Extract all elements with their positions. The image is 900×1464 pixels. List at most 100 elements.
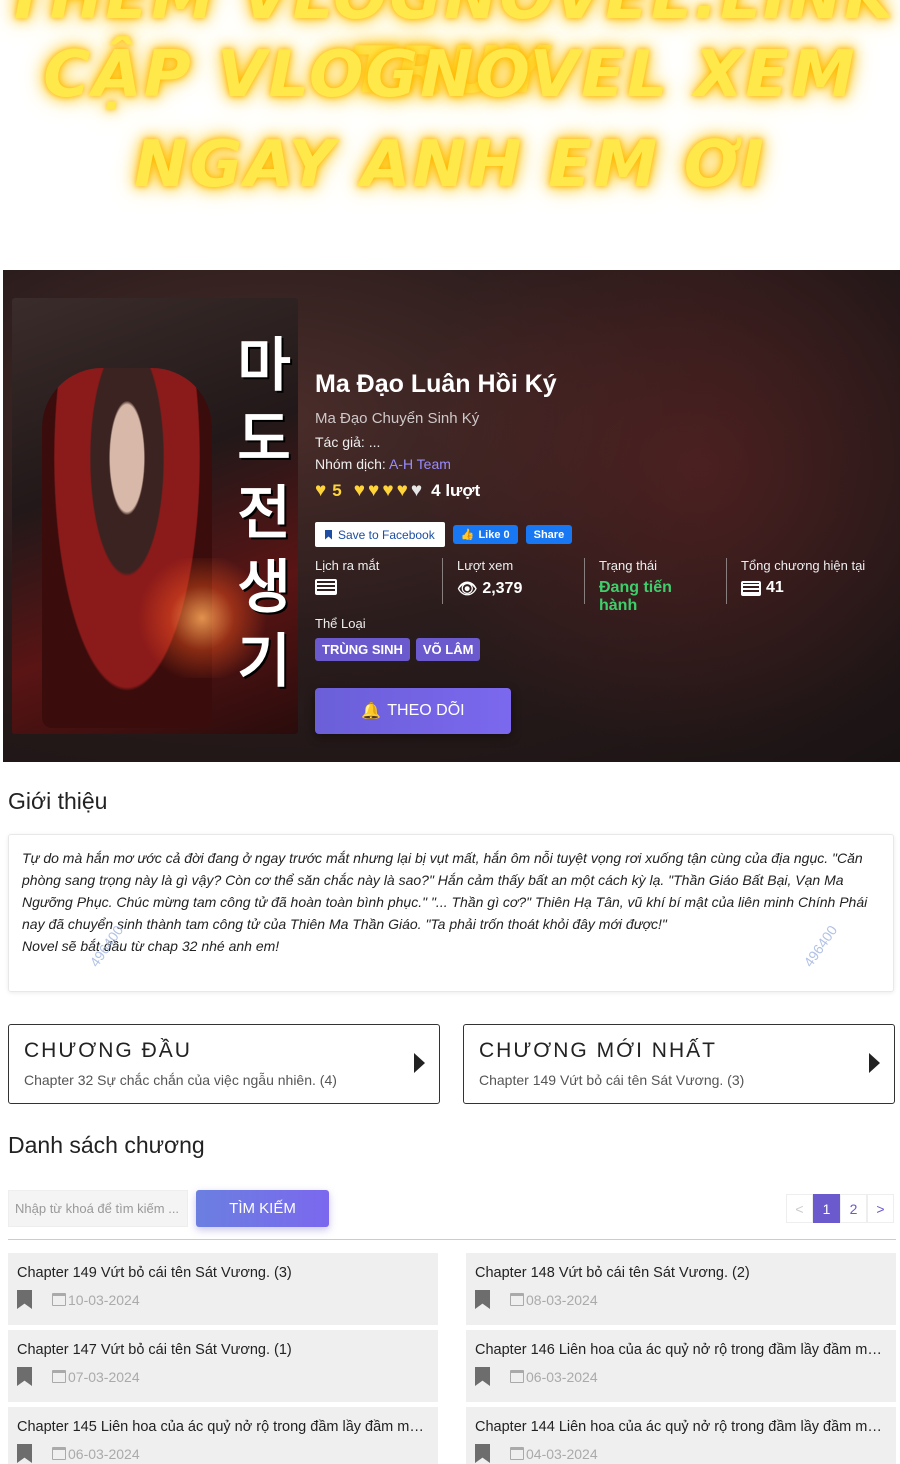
- genre-label: Thể Loại: [315, 616, 366, 631]
- stat-chapters-value: 41: [741, 579, 869, 597]
- genre-tag[interactable]: VÕ LÂM: [415, 638, 481, 661]
- bookmark-icon: [325, 529, 332, 540]
- chapter-meta: 06-03-2024: [475, 1367, 887, 1386]
- heart-icon: ♥: [315, 480, 327, 501]
- chapter-date: 06-03-2024: [68, 1445, 140, 1462]
- social-buttons: Save to Facebook 👍 Like 0 Share: [315, 522, 573, 547]
- group-link[interactable]: A-H Team: [389, 456, 451, 472]
- chapter-date: 10-03-2024: [68, 1291, 140, 1308]
- promo-line-2: CẬP VLOGNOVEL XEM: [43, 38, 857, 112]
- caret-right-icon: [869, 1053, 880, 1073]
- stat-views: Lượt xem 👁 2,379: [457, 558, 585, 604]
- calendar-icon: [510, 1447, 524, 1460]
- chapter-date: 06-03-2024: [526, 1368, 598, 1385]
- chapter-name: Chapter 145 Liên hoa của ác quỷ nở rộ tr…: [17, 1419, 429, 1435]
- intro-box: Tự do mà hắn mơ ước cả đời đang ở ngay t…: [8, 834, 894, 992]
- chapter-meta: 06-03-2024: [17, 1444, 429, 1463]
- save-to-facebook-label: Save to Facebook: [338, 527, 435, 542]
- chapter-meta: 08-03-2024: [475, 1290, 887, 1309]
- calendar-icon: [510, 1293, 524, 1306]
- chapter-name: Chapter 149 Vứt bỏ cái tên Sát Vương. (3…: [17, 1265, 292, 1281]
- promo-banner: THÊM VLOGNOVEL.LINK TRUY CẬP VLOGNOVEL X…: [0, 0, 900, 260]
- calendar-icon: [52, 1447, 66, 1460]
- rating-score: 5: [332, 481, 342, 500]
- chapter-list-item[interactable]: Chapter 146 Liên hoa của ác quỷ nở rộ tr…: [466, 1330, 896, 1402]
- pagination-next[interactable]: >: [867, 1194, 894, 1223]
- rate-heart-5-icon[interactable]: ♥: [411, 480, 422, 502]
- chapter-date: 04-03-2024: [526, 1445, 598, 1462]
- stat-chapters-label: Tổng chương hiện tại: [741, 558, 866, 573]
- rate-heart-4-icon[interactable]: ♥: [397, 480, 408, 502]
- bookmark-icon[interactable]: [475, 1290, 490, 1309]
- latest-chapter-heading: CHƯƠNG MỚI NHẤT: [479, 1039, 717, 1062]
- chapters-count: 41: [766, 579, 784, 596]
- views-count: 2,379: [482, 580, 523, 597]
- intro-text: Tự do mà hắn mơ ước cả đời đang ở ngay t…: [22, 850, 868, 932]
- intro-heading: Giới thiệu: [8, 788, 108, 814]
- manga-title: Ma Đạo Luân Hồi Ký: [315, 370, 557, 398]
- chapter-list-item[interactable]: Chapter 144 Liên hoa của ác quỷ nở rộ tr…: [466, 1407, 896, 1464]
- stat-chapters: Tổng chương hiện tại 41: [741, 558, 881, 604]
- rating-votes: 4 lượt: [431, 481, 481, 500]
- cover-korean-title: 마도전생기: [237, 331, 291, 695]
- facebook-share-button[interactable]: Share: [525, 525, 573, 544]
- thumbs-up-icon: 👍: [460, 529, 475, 541]
- divider: [8, 1239, 896, 1240]
- search-button[interactable]: TÌM KIẾM: [196, 1190, 329, 1227]
- bookmark-icon[interactable]: [475, 1444, 490, 1463]
- bell-icon: 🔔: [361, 703, 382, 720]
- save-to-facebook-button[interactable]: Save to Facebook: [315, 522, 445, 547]
- stat-release-value: [315, 579, 430, 595]
- stat-status: Trạng thái Đang tiến hành: [599, 558, 727, 614]
- genre-tag[interactable]: TRÙNG SINH: [315, 638, 410, 661]
- latest-chapter-name: Chapter 149 Vứt bỏ cái tên Sát Vương. (3…: [479, 1072, 745, 1088]
- pagination-page-2[interactable]: 2: [840, 1194, 867, 1223]
- stats-row: Lịch ra mắt Lượt xem 👁 2,379 Trạng thái …: [315, 558, 895, 614]
- stat-release-label: Lịch ra mắt: [315, 558, 380, 573]
- chapter-date: 07-03-2024: [68, 1368, 140, 1385]
- bookmark-icon[interactable]: [17, 1290, 32, 1309]
- follow-button[interactable]: 🔔 THEO DÕI: [315, 688, 511, 734]
- chapter-name: Chapter 144 Liên hoa của ác quỷ nở rộ tr…: [475, 1419, 887, 1435]
- chapter-date: 08-03-2024: [526, 1291, 598, 1308]
- first-chapter-heading: CHƯƠNG ĐẦU: [24, 1039, 192, 1062]
- calendar-icon: [510, 1370, 524, 1383]
- stat-status-value: Đang tiến hành: [599, 579, 672, 614]
- pagination-page-1[interactable]: 1: [813, 1194, 840, 1223]
- chapter-search-input[interactable]: [8, 1190, 188, 1227]
- latest-chapter-card[interactable]: CHƯƠNG MỚI NHẤT Chapter 149 Vứt bỏ cái t…: [463, 1024, 895, 1104]
- chapter-list-item[interactable]: Chapter 148 Vứt bỏ cái tên Sát Vương. (2…: [466, 1253, 896, 1325]
- genre-tags: TRÙNG SINH VÕ LÂM: [315, 638, 481, 661]
- chapter-list-item[interactable]: Chapter 149 Vứt bỏ cái tên Sát Vương. (3…: [8, 1253, 438, 1325]
- chapter-meta: 07-03-2024: [17, 1367, 429, 1386]
- rate-heart-3-icon[interactable]: ♥: [382, 480, 393, 502]
- manga-alt-title: Ma Đạo Chuyển Sinh Ký: [315, 410, 480, 427]
- eye-icon: 👁: [457, 581, 478, 598]
- first-chapter-card[interactable]: CHƯƠNG ĐẦU Chapter 32 Sự chắc chắn của v…: [8, 1024, 440, 1104]
- chapter-meta: 04-03-2024: [475, 1444, 887, 1463]
- facebook-like-button[interactable]: 👍 Like 0: [452, 525, 518, 544]
- cover-image: 마도전생기: [12, 298, 298, 734]
- manga-hero: 마도전생기 Ma Đạo Luân Hồi Ký Ma Đạo Chuyển S…: [3, 270, 900, 762]
- rating-row: ♥ 5 ♥ ♥ ♥ ♥ ♥ 4 lượt: [315, 480, 480, 502]
- bookmark-icon[interactable]: [17, 1444, 32, 1463]
- chapter-name: Chapter 148 Vứt bỏ cái tên Sát Vương. (2…: [475, 1265, 750, 1281]
- bookmark-icon[interactable]: [17, 1367, 32, 1386]
- pagination: < 1 2 >: [786, 1194, 894, 1223]
- stat-status-label: Trạng thái: [599, 558, 658, 573]
- bookmark-icon[interactable]: [475, 1367, 490, 1386]
- list-icon: [741, 580, 761, 596]
- intro-note: Novel sẽ bắt đầu từ chap 32 nhé anh em!: [22, 938, 280, 954]
- promo-line-3: NGAY ANH EM ƠI: [134, 128, 766, 202]
- translation-group: Nhóm dịch: A-H Team: [315, 456, 451, 472]
- chapter-list-item[interactable]: Chapter 147 Vứt bỏ cái tên Sát Vương. (1…: [8, 1330, 438, 1402]
- rate-heart-2-icon[interactable]: ♥: [368, 480, 379, 502]
- stat-release: Lịch ra mắt: [315, 558, 443, 604]
- pagination-prev[interactable]: <: [786, 1194, 813, 1223]
- chapter-list-heading: Danh sách chương: [8, 1132, 205, 1158]
- chapter-list-item[interactable]: Chapter 145 Liên hoa của ác quỷ nở rộ tr…: [8, 1407, 438, 1464]
- calendar-icon: [52, 1293, 66, 1306]
- rate-heart-1-icon[interactable]: ♥: [354, 480, 365, 502]
- first-chapter-name: Chapter 32 Sự chắc chắn của việc ngẫu nh…: [24, 1072, 337, 1088]
- group-prefix: Nhóm dịch:: [315, 456, 389, 472]
